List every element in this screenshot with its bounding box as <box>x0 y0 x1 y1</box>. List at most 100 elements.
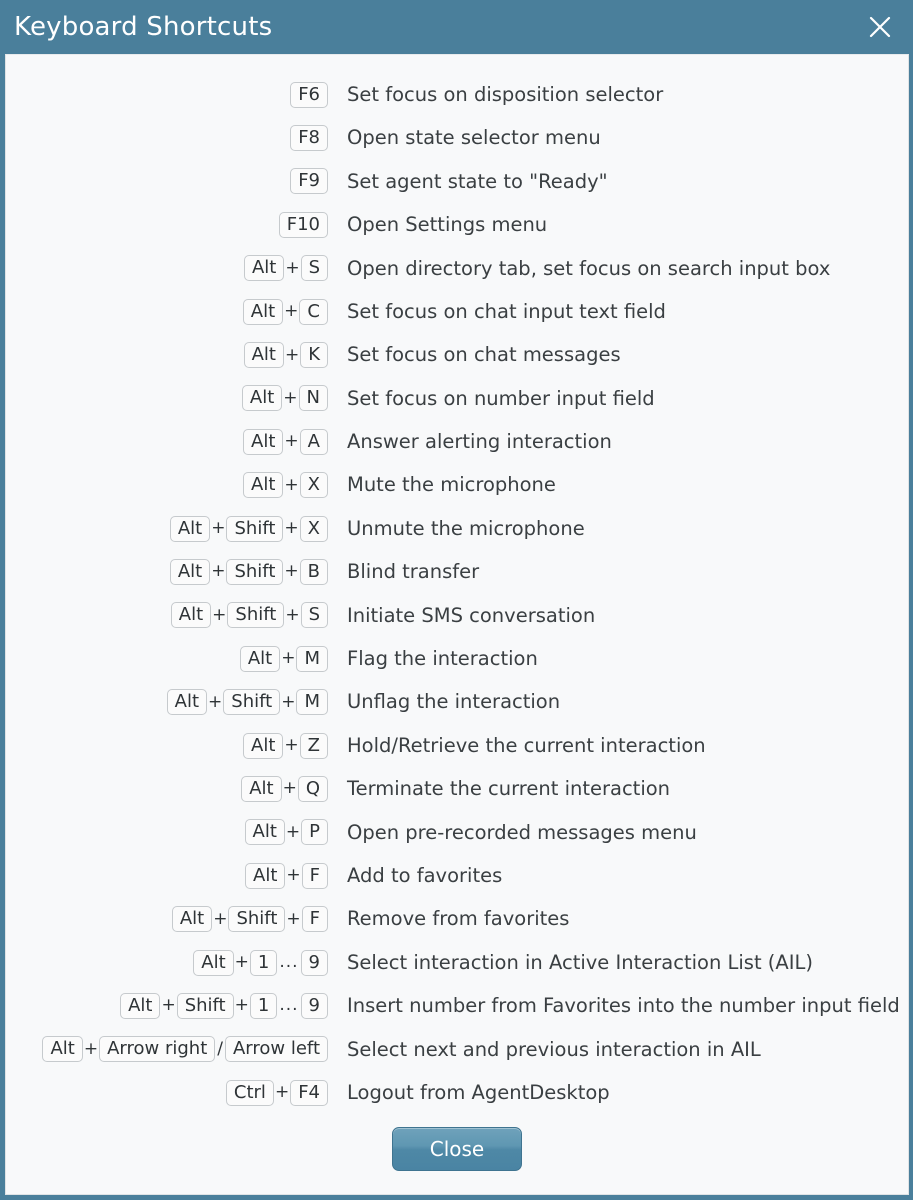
key-chip: B <box>299 558 328 585</box>
shortcut-keys: Alt + M <box>6 645 328 672</box>
key-chip: X <box>299 472 328 499</box>
key-separator-plus: + <box>284 518 299 539</box>
dialog-titlebar: Keyboard Shortcuts <box>0 0 913 54</box>
shortcut-row: F8 Open state selector menu <box>6 116 908 159</box>
key-chip: Alt <box>42 1036 83 1063</box>
shortcut-row: Alt + F Add to favorites <box>6 854 908 897</box>
dialog-title: Keyboard Shortcuts <box>14 12 273 42</box>
key-chip: N <box>298 385 328 412</box>
key-chip: 9 <box>300 992 328 1019</box>
key-chip: 1 <box>249 949 278 976</box>
shortcut-row: Alt + Shift + B Blind transfer <box>6 550 908 593</box>
shortcut-keys: F9 <box>6 168 328 195</box>
key-chip: Shift <box>228 906 286 933</box>
key-chip: K <box>300 342 328 369</box>
key-chip: A <box>299 428 328 455</box>
key-separator-plus: + <box>213 908 228 929</box>
shortcut-description: Set agent state to "Ready" <box>347 169 608 193</box>
shortcut-row: Alt + Arrow right / Arrow left Select next an… <box>6 1028 908 1071</box>
shortcut-description: Unflag the interaction <box>347 690 561 714</box>
key-separator-plus: + <box>83 1038 99 1059</box>
key-separator-plus: + <box>284 735 299 756</box>
shortcut-row: Alt + N Set focus on number input field <box>6 377 908 420</box>
shortcut-keys: Ctrl + F4 <box>6 1079 328 1106</box>
key-separator-plus: + <box>274 1082 290 1103</box>
key-chip: 9 <box>300 949 328 976</box>
shortcut-keys: Alt + Shift + X <box>6 515 328 542</box>
close-button[interactable]: Close <box>392 1127 522 1172</box>
key-separator-plus: + <box>286 908 301 929</box>
key-chip: Alt <box>241 385 283 412</box>
key-separator-plus: + <box>234 952 249 972</box>
shortcut-row: Alt + C Set focus on chat input text field <box>6 290 908 333</box>
key-separator-plus: + <box>284 431 299 452</box>
key-separator-plus: + <box>211 561 226 582</box>
shortcut-row: F6 Set focus on disposition selector <box>6 73 908 116</box>
key-separator-range: ... <box>279 952 299 972</box>
keyboard-shortcuts-dialog: Keyboard Shortcuts F6 Set focus on dispos… <box>0 0 913 1200</box>
shortcut-description: Insert number from Favorites into the nu… <box>347 994 900 1018</box>
shortcut-row: Alt + A Answer alerting interaction <box>6 420 908 463</box>
key-chip: Shift <box>227 602 285 629</box>
shortcut-description: Hold/Retrieve the current interaction <box>347 733 706 757</box>
key-chip: Alt <box>171 906 213 933</box>
key-chip: F10 <box>278 211 328 238</box>
shortcut-keys: Alt + X <box>6 472 328 499</box>
key-chip: Alt <box>243 472 284 499</box>
shortcut-description: Initiate SMS conversation <box>347 603 596 627</box>
key-chip: Shift <box>176 992 234 1019</box>
shortcut-description: Terminate the current interaction <box>347 777 671 801</box>
key-chip: M <box>296 689 328 716</box>
shortcut-keys: F10 <box>6 211 328 238</box>
dialog-footer: Close <box>6 1114 908 1194</box>
shortcut-description: Open state selector menu <box>347 126 601 150</box>
shortcut-keys: Alt + Arrow right / Arrow left <box>6 1036 328 1063</box>
shortcut-keys: Alt + C <box>6 298 328 325</box>
key-chip: Alt <box>120 992 161 1019</box>
shortcut-row: Alt + Shift + M Unflag the interaction <box>6 680 908 723</box>
key-chip: P <box>301 819 328 846</box>
shortcut-keys: Alt + Shift +1... 9 <box>6 992 328 1019</box>
shortcut-row: Alt + Z Hold/Retrieve the current interacti… <box>6 724 908 767</box>
key-chip: Alt <box>169 515 211 542</box>
key-chip: Alt <box>166 689 208 716</box>
shortcut-row: Alt + Q Terminate the current interaction <box>6 767 908 810</box>
key-chip: X <box>299 515 328 542</box>
key-chip: Alt <box>169 558 211 585</box>
shortcut-description: Open pre-recorded messages menu <box>347 820 697 844</box>
key-chip: Alt <box>241 775 282 802</box>
shortcut-row: Alt + X Mute the microphone <box>6 464 908 507</box>
key-separator-plus: + <box>285 257 300 278</box>
shortcut-description: Set focus on chat messages <box>347 343 621 367</box>
key-chip: Ctrl <box>225 1079 274 1106</box>
shortcut-keys: Alt + Shift + S <box>6 602 328 629</box>
shortcut-keys: Alt + F <box>6 862 328 889</box>
key-separator-plus: + <box>284 474 299 495</box>
key-separator-slash: / <box>217 1038 223 1059</box>
key-chip: F4 <box>290 1079 328 1106</box>
key-chip: Z <box>299 732 328 759</box>
shortcut-row: F10 Open Settings menu <box>6 203 908 246</box>
key-separator-plus: + <box>281 691 296 712</box>
key-chip: Alt <box>243 732 284 759</box>
key-chip: 1 <box>249 992 278 1019</box>
shortcut-row: Alt + Shift +1... 9 Insert number from Favori… <box>6 984 908 1027</box>
key-separator-plus: + <box>285 821 301 842</box>
shortcut-row: Alt + S Open directory tab, set focus on se… <box>6 247 908 290</box>
close-icon[interactable] <box>865 12 895 42</box>
key-chip: Shift <box>226 558 284 585</box>
key-separator-plus: + <box>285 604 300 625</box>
shortcut-row: Alt + Shift + S Initiate SMS conversation <box>6 594 908 637</box>
key-chip: Alt <box>170 602 212 629</box>
shortcut-keys: Alt + Shift + B <box>6 558 328 585</box>
key-chip: F <box>301 906 328 933</box>
shortcut-row: F9 Set agent state to "Ready" <box>6 160 908 203</box>
shortcut-keys: Alt + Q <box>6 775 328 802</box>
key-separator-plus: + <box>284 344 300 365</box>
shortcut-description: Set focus on number input field <box>347 386 655 410</box>
shortcut-description: Answer alerting interaction <box>347 430 612 454</box>
key-separator-plus: + <box>283 387 298 408</box>
key-chip: Alt <box>193 949 234 976</box>
shortcut-row: Alt +1... 9 Select interaction in Active In… <box>6 941 908 984</box>
shortcut-keys: Alt + P <box>6 819 328 846</box>
